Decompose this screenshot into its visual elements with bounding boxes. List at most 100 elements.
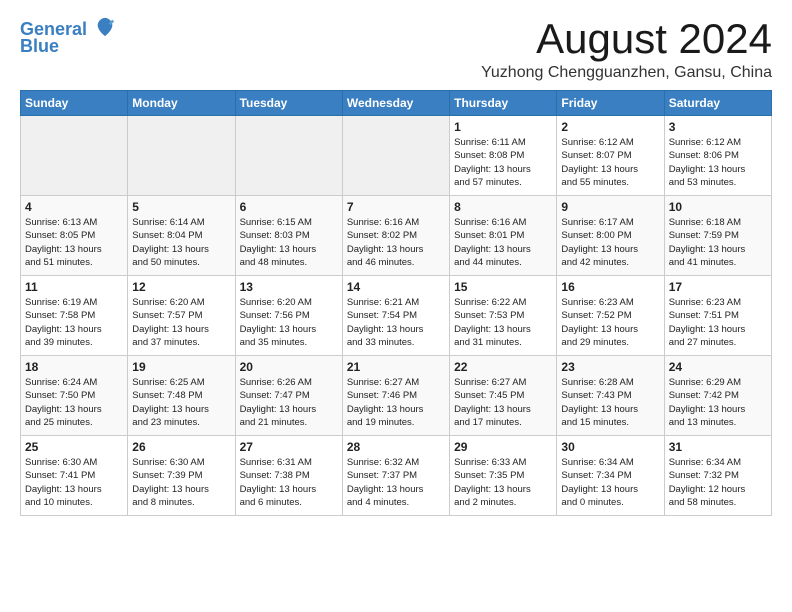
day-number: 2 <box>561 120 659 134</box>
day-number: 13 <box>240 280 338 294</box>
day-info: Sunrise: 6:30 AM Sunset: 7:41 PM Dayligh… <box>25 456 123 509</box>
day-number: 8 <box>454 200 552 214</box>
day-info: Sunrise: 6:29 AM Sunset: 7:42 PM Dayligh… <box>669 376 767 429</box>
calendar-week-2: 4 Sunrise: 6:13 AM Sunset: 8:05 PM Daylig… <box>21 196 772 276</box>
day-info: Sunrise: 6:27 AM Sunset: 7:46 PM Dayligh… <box>347 376 445 429</box>
day-info: Sunrise: 6:23 AM Sunset: 7:52 PM Dayligh… <box>561 296 659 349</box>
day-number: 30 <box>561 440 659 454</box>
calendar-cell <box>235 116 342 196</box>
weekday-header-wednesday: Wednesday <box>342 91 449 116</box>
day-info: Sunrise: 6:25 AM Sunset: 7:48 PM Dayligh… <box>132 376 230 429</box>
calendar-cell: 16 Sunrise: 6:23 AM Sunset: 7:52 PM Dayli… <box>557 276 664 356</box>
calendar-cell: 25 Sunrise: 6:30 AM Sunset: 7:41 PM Dayli… <box>21 436 128 516</box>
day-number: 14 <box>347 280 445 294</box>
weekday-header-row: SundayMondayTuesdayWednesdayThursdayFrid… <box>21 91 772 116</box>
calendar-cell: 10 Sunrise: 6:18 AM Sunset: 7:59 PM Dayli… <box>664 196 771 276</box>
day-info: Sunrise: 6:16 AM Sunset: 8:01 PM Dayligh… <box>454 216 552 269</box>
calendar-cell: 31 Sunrise: 6:34 AM Sunset: 7:32 PM Dayli… <box>664 436 771 516</box>
calendar-cell <box>21 116 128 196</box>
day-info: Sunrise: 6:23 AM Sunset: 7:51 PM Dayligh… <box>669 296 767 349</box>
day-info: Sunrise: 6:13 AM Sunset: 8:05 PM Dayligh… <box>25 216 123 269</box>
day-number: 23 <box>561 360 659 374</box>
calendar-cell: 27 Sunrise: 6:31 AM Sunset: 7:38 PM Dayli… <box>235 436 342 516</box>
calendar-cell: 30 Sunrise: 6:34 AM Sunset: 7:34 PM Dayli… <box>557 436 664 516</box>
day-number: 20 <box>240 360 338 374</box>
weekday-header-sunday: Sunday <box>21 91 128 116</box>
day-info: Sunrise: 6:27 AM Sunset: 7:45 PM Dayligh… <box>454 376 552 429</box>
day-number: 9 <box>561 200 659 214</box>
location-title: Yuzhong Chengguanzhen, Gansu, China <box>481 64 772 82</box>
weekday-header-saturday: Saturday <box>664 91 771 116</box>
day-info: Sunrise: 6:20 AM Sunset: 7:57 PM Dayligh… <box>132 296 230 349</box>
calendar-cell: 17 Sunrise: 6:23 AM Sunset: 7:51 PM Dayli… <box>664 276 771 356</box>
calendar-cell: 18Sunrise: 6:24 AM Sunset: 7:50 PM Dayli… <box>21 356 128 436</box>
calendar-cell: 7 Sunrise: 6:16 AM Sunset: 8:02 PM Daylig… <box>342 196 449 276</box>
day-info: Sunrise: 6:12 AM Sunset: 8:06 PM Dayligh… <box>669 136 767 189</box>
calendar-cell: 23 Sunrise: 6:28 AM Sunset: 7:43 PM Dayli… <box>557 356 664 436</box>
day-number: 15 <box>454 280 552 294</box>
day-info: Sunrise: 6:18 AM Sunset: 7:59 PM Dayligh… <box>669 216 767 269</box>
logo-icon <box>94 16 116 38</box>
day-number: 12 <box>132 280 230 294</box>
day-number: 22 <box>454 360 552 374</box>
day-info: Sunrise: 6:28 AM Sunset: 7:43 PM Dayligh… <box>561 376 659 429</box>
day-info: Sunrise: 6:22 AM Sunset: 7:53 PM Dayligh… <box>454 296 552 349</box>
calendar-cell: 15 Sunrise: 6:22 AM Sunset: 7:53 PM Dayli… <box>450 276 557 356</box>
day-number: 17 <box>669 280 767 294</box>
day-number: 19 <box>132 360 230 374</box>
day-info: Sunrise: 6:11 AM Sunset: 8:08 PM Dayligh… <box>454 136 552 189</box>
calendar-cell: 6 Sunrise: 6:15 AM Sunset: 8:03 PM Daylig… <box>235 196 342 276</box>
weekday-header-tuesday: Tuesday <box>235 91 342 116</box>
calendar-table: SundayMondayTuesdayWednesdayThursdayFrid… <box>20 90 772 516</box>
day-info: Sunrise: 6:34 AM Sunset: 7:32 PM Dayligh… <box>669 456 767 509</box>
day-info: Sunrise: 6:33 AM Sunset: 7:35 PM Dayligh… <box>454 456 552 509</box>
day-number: 26 <box>132 440 230 454</box>
day-number: 7 <box>347 200 445 214</box>
day-info: Sunrise: 6:14 AM Sunset: 8:04 PM Dayligh… <box>132 216 230 269</box>
calendar-cell: 5 Sunrise: 6:14 AM Sunset: 8:04 PM Daylig… <box>128 196 235 276</box>
day-info: Sunrise: 6:31 AM Sunset: 7:38 PM Dayligh… <box>240 456 338 509</box>
calendar-week-3: 11Sunrise: 6:19 AM Sunset: 7:58 PM Dayli… <box>21 276 772 356</box>
calendar-cell: 3 Sunrise: 6:12 AM Sunset: 8:06 PM Daylig… <box>664 116 771 196</box>
calendar-week-4: 18Sunrise: 6:24 AM Sunset: 7:50 PM Dayli… <box>21 356 772 436</box>
day-number: 27 <box>240 440 338 454</box>
day-info: Sunrise: 6:15 AM Sunset: 8:03 PM Dayligh… <box>240 216 338 269</box>
calendar-cell: 20 Sunrise: 6:26 AM Sunset: 7:47 PM Dayli… <box>235 356 342 436</box>
day-info: Sunrise: 6:26 AM Sunset: 7:47 PM Dayligh… <box>240 376 338 429</box>
day-info: Sunrise: 6:34 AM Sunset: 7:34 PM Dayligh… <box>561 456 659 509</box>
day-number: 16 <box>561 280 659 294</box>
day-number: 29 <box>454 440 552 454</box>
logo: General Blue <box>20 20 116 57</box>
title-area: August 2024 Yuzhong Chengguanzhen, Gansu… <box>481 16 772 82</box>
day-number: 5 <box>132 200 230 214</box>
day-info: Sunrise: 6:20 AM Sunset: 7:56 PM Dayligh… <box>240 296 338 349</box>
day-number: 25 <box>25 440 123 454</box>
calendar-cell: 8 Sunrise: 6:16 AM Sunset: 8:01 PM Daylig… <box>450 196 557 276</box>
calendar-cell <box>342 116 449 196</box>
weekday-header-thursday: Thursday <box>450 91 557 116</box>
month-title: August 2024 <box>481 16 772 62</box>
day-number: 4 <box>25 200 123 214</box>
weekday-header-monday: Monday <box>128 91 235 116</box>
calendar-cell: 13 Sunrise: 6:20 AM Sunset: 7:56 PM Dayli… <box>235 276 342 356</box>
day-number: 10 <box>669 200 767 214</box>
calendar-cell: 21 Sunrise: 6:27 AM Sunset: 7:46 PM Dayli… <box>342 356 449 436</box>
day-number: 28 <box>347 440 445 454</box>
calendar-cell: 29 Sunrise: 6:33 AM Sunset: 7:35 PM Dayli… <box>450 436 557 516</box>
day-number: 1 <box>454 120 552 134</box>
day-info: Sunrise: 6:19 AM Sunset: 7:58 PM Dayligh… <box>25 296 123 349</box>
day-number: 3 <box>669 120 767 134</box>
calendar-cell <box>128 116 235 196</box>
calendar-cell: 19 Sunrise: 6:25 AM Sunset: 7:48 PM Dayli… <box>128 356 235 436</box>
day-info: Sunrise: 6:24 AM Sunset: 7:50 PM Dayligh… <box>25 376 123 429</box>
calendar-cell: 14Sunrise: 6:21 AM Sunset: 7:54 PM Dayli… <box>342 276 449 356</box>
day-number: 31 <box>669 440 767 454</box>
calendar-cell: 2Sunrise: 6:12 AM Sunset: 8:07 PM Daylig… <box>557 116 664 196</box>
day-info: Sunrise: 6:17 AM Sunset: 8:00 PM Dayligh… <box>561 216 659 269</box>
day-info: Sunrise: 6:16 AM Sunset: 8:02 PM Dayligh… <box>347 216 445 269</box>
day-number: 6 <box>240 200 338 214</box>
day-number: 21 <box>347 360 445 374</box>
calendar-cell: 11Sunrise: 6:19 AM Sunset: 7:58 PM Dayli… <box>21 276 128 356</box>
calendar-cell: 26Sunrise: 6:30 AM Sunset: 7:39 PM Dayli… <box>128 436 235 516</box>
calendar-week-5: 25 Sunrise: 6:30 AM Sunset: 7:41 PM Dayli… <box>21 436 772 516</box>
